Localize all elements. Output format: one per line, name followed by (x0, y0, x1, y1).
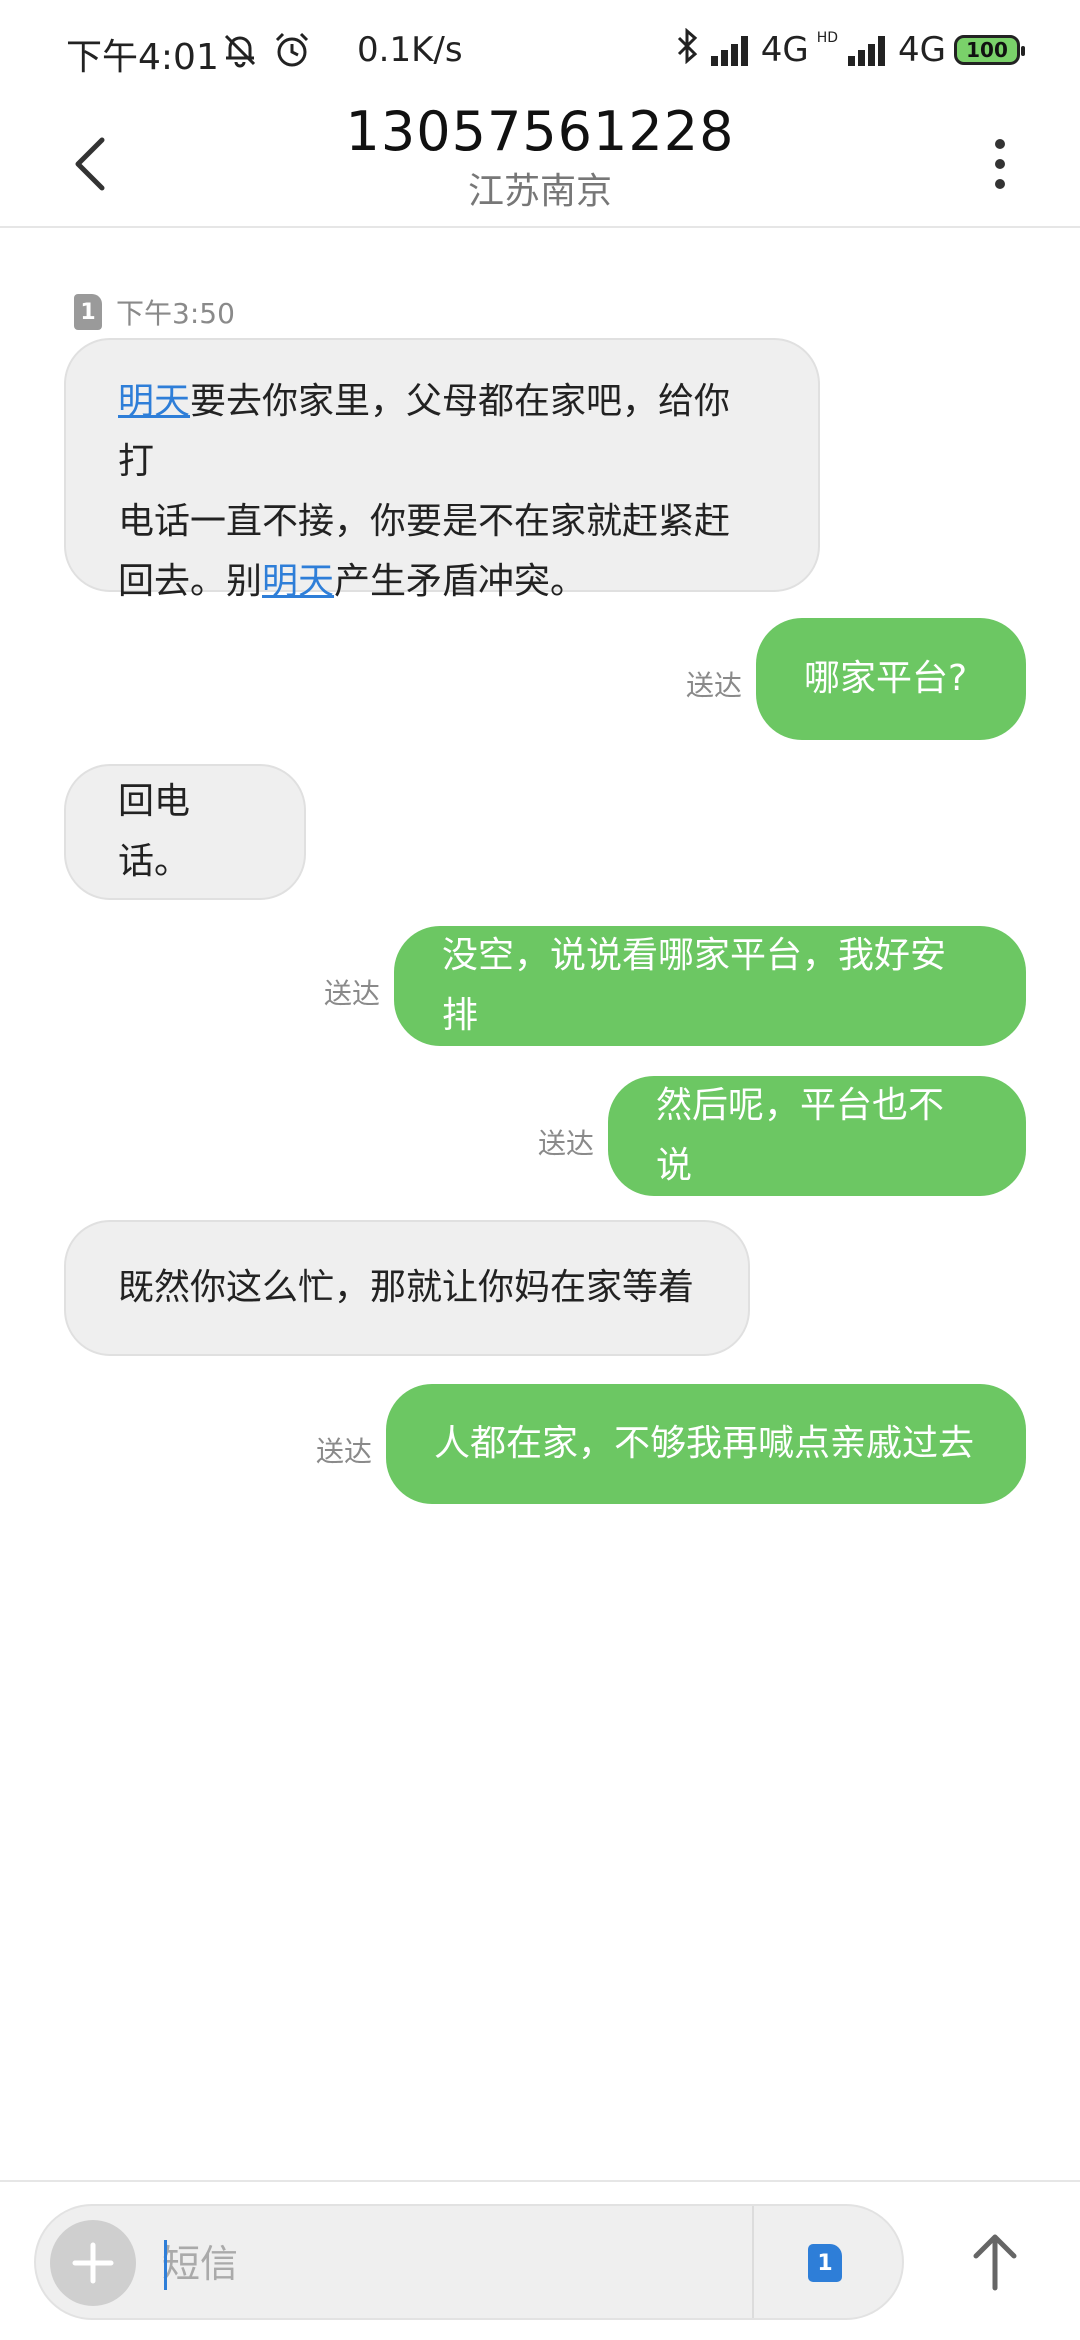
date-link[interactable]: 明天 (262, 561, 334, 602)
outgoing-message[interactable]: 哪家平台? (756, 618, 1026, 740)
plus-icon (72, 2242, 114, 2284)
send-button[interactable] (960, 2222, 1030, 2302)
outgoing-message[interactable]: 没空，说说看哪家平台，我好安排 (394, 926, 1026, 1046)
add-attachment-button[interactable] (50, 2220, 136, 2306)
message-text: 要去你家里，父母都在家吧，给你打 (118, 381, 731, 482)
message-text: 人都在家，不够我再喊点亲戚过去 (434, 1423, 975, 1464)
text-cursor (164, 2240, 167, 2290)
more-options-button[interactable] (980, 124, 1020, 204)
delivered-status: 送达 (324, 977, 381, 1010)
network-type-1: 4G (760, 30, 809, 70)
incoming-message[interactable]: 明天要去你家里，父母都在家吧，给你打 电话一直不接，你要是不在家就赶紧赶 回去。… (64, 338, 820, 602)
contact-location: 江苏南京 (467, 171, 612, 212)
bluetooth-icon (675, 27, 701, 73)
outgoing-message[interactable]: 然后呢，平台也不说 (608, 1076, 1026, 1196)
outgoing-message[interactable]: 人都在家，不够我再喊点亲戚过去 (386, 1384, 1026, 1504)
input-container: 1 (34, 2204, 904, 2320)
message-composer: 1 (0, 2180, 1080, 2340)
message-text: 没空，说说看哪家平台，我好安排 (442, 935, 947, 1036)
status-right-group: 4G HD 4G 100 (675, 27, 1025, 73)
message-text: 既然你这么忙，那就让你妈在家等着 (118, 1267, 695, 1308)
message-text: 回去。别 (118, 561, 263, 602)
status-time: 下午4:01 (66, 37, 219, 78)
message-line: 明天要去你家里，父母都在家吧，给你打 (118, 372, 766, 492)
signal-icon (846, 32, 890, 68)
message-line: 回去。别明天产生矛盾冲突。 (118, 552, 766, 612)
date-link[interactable]: 明天 (118, 381, 190, 422)
hd-badge: HD (816, 30, 839, 46)
status-bar: 下午4:01 0.1K/s 4G HD 4G 100 (0, 0, 1080, 100)
message-text: 产生矛盾冲突。 (334, 561, 587, 602)
mute-bell-icon (220, 30, 260, 70)
timestamp-text: 下午3:50 (116, 297, 235, 330)
incoming-message[interactable]: 既然你这么忙，那就让你妈在家等着 (64, 1220, 750, 1356)
signal-icon (709, 32, 753, 68)
delivered-status: 送达 (316, 1435, 373, 1468)
message-timestamp: 1 下午3:50 (74, 292, 235, 332)
alarm-icon (272, 30, 312, 70)
battery-icon: 100 (954, 35, 1025, 65)
sim-card-icon: 1 (74, 294, 102, 330)
message-line: 电话一直不接，你要是不在家就赶紧赶 (118, 501, 731, 542)
message-text: 回电话。 (118, 781, 191, 882)
input-divider (752, 2206, 754, 2318)
incoming-message[interactable]: 回电话。 (64, 764, 306, 900)
send-arrow-icon (973, 2234, 1017, 2291)
more-vertical-icon (995, 139, 1005, 189)
network-type-2: 4G (898, 30, 946, 70)
message-text: 哪家平台? (804, 658, 968, 699)
contact-number: 13057561228 (345, 100, 735, 163)
message-text: 然后呢，平台也不说 (656, 1085, 945, 1186)
conversation-header: 13057561228 江苏南京 (0, 100, 1080, 228)
sim-select-button[interactable]: 1 (808, 2244, 842, 2282)
delivered-status: 送达 (538, 1127, 595, 1160)
network-speed: 0.1K/s (357, 30, 463, 70)
delivered-status: 送达 (686, 669, 743, 702)
sms-input[interactable] (162, 2234, 722, 2294)
